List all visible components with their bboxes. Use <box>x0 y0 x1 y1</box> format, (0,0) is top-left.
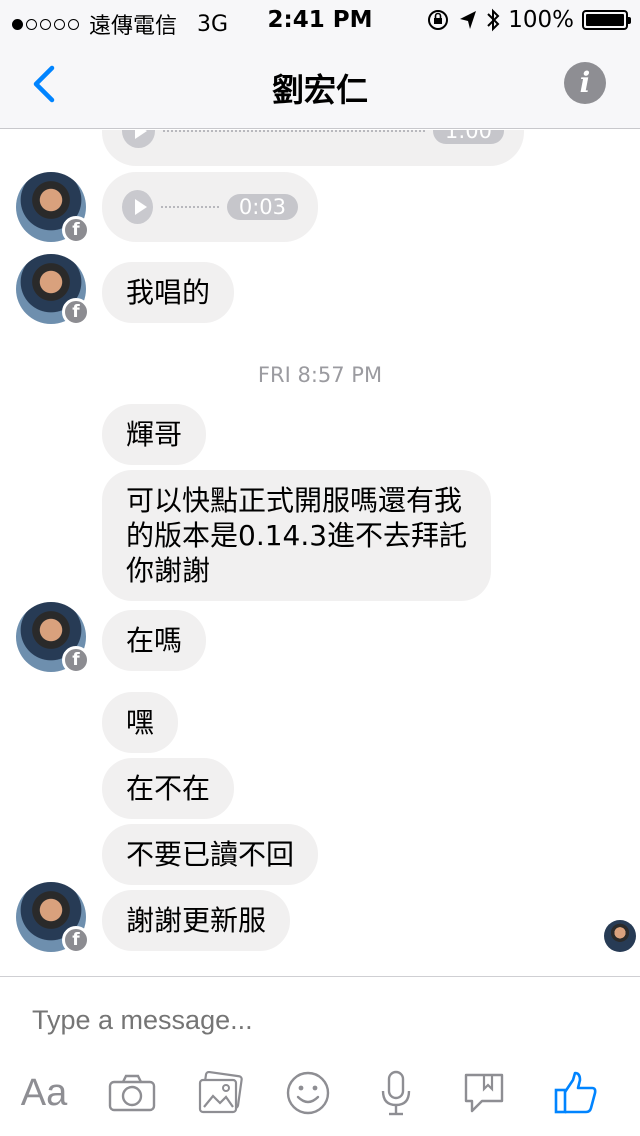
battery-icon <box>582 10 631 30</box>
audio-message[interactable]: 1:00 <box>102 130 524 166</box>
conversation-header: 劉宏仁 i <box>0 40 640 129</box>
message-bubble[interactable]: 可以快點正式開服嗎還有我 的版本是0.14.3進不去拜託 你謝謝 <box>102 470 492 601</box>
message-bubble[interactable]: 在不在 <box>102 758 235 819</box>
gallery-button[interactable] <box>190 1065 250 1121</box>
message-list[interactable]: 1:00 0:03 f 我唱的 f FRI 8:57 PM 輝哥 可以快點正式開… <box>0 130 640 975</box>
sticker-button[interactable] <box>454 1065 514 1121</box>
microphone-icon <box>381 1070 411 1116</box>
message-bubble[interactable]: 在嗎 <box>102 610 207 671</box>
camera-icon <box>108 1074 156 1112</box>
text-format-button[interactable]: Aa <box>14 1065 74 1121</box>
info-icon[interactable]: i <box>564 62 606 104</box>
audio-duration: 0:03 <box>226 194 298 220</box>
facebook-badge-icon: f <box>62 216 90 244</box>
read-receipt-avatar <box>604 920 636 952</box>
message-bubble[interactable]: 不要已讀不回 <box>102 824 319 885</box>
audio-message[interactable]: 0:03 <box>102 172 318 242</box>
aa-label: Aa <box>20 1071 68 1114</box>
orientation-lock-icon <box>428 10 449 30</box>
message-bubble[interactable]: 我唱的 <box>102 262 235 323</box>
sticker-icon <box>464 1073 504 1113</box>
gallery-icon <box>198 1071 243 1114</box>
audio-track <box>162 130 425 132</box>
conversation-title[interactable]: 劉宏仁 <box>0 65 640 111</box>
location-arrow-icon <box>460 11 477 29</box>
camera-button[interactable] <box>102 1065 162 1121</box>
play-icon[interactable] <box>122 130 155 148</box>
thumbs-up-icon <box>554 1071 597 1114</box>
like-button[interactable] <box>546 1065 606 1121</box>
facebook-badge-icon: f <box>62 646 90 674</box>
play-icon[interactable] <box>122 190 153 224</box>
audio-track <box>160 206 219 208</box>
message-timestamp: FRI 8:57 PM <box>257 363 383 387</box>
message-input[interactable] <box>32 1005 612 1036</box>
audio-duration: 1:00 <box>432 130 504 144</box>
facebook-badge-icon: f <box>62 926 90 954</box>
status-bar: 遠傳電信 3G 2:41 PM 100% <box>0 0 640 40</box>
bluetooth-icon <box>487 8 500 32</box>
emoji-button[interactable] <box>278 1065 338 1121</box>
message-bubble[interactable]: 嘿 <box>102 692 179 753</box>
message-bubble[interactable]: 謝謝更新服 <box>102 890 291 951</box>
battery-percent: 100% <box>508 7 574 33</box>
facebook-badge-icon: f <box>62 298 90 326</box>
voice-button[interactable] <box>366 1065 426 1121</box>
composer: Aa <box>0 976 640 1136</box>
message-bubble[interactable]: 輝哥 <box>102 404 207 465</box>
status-right: 100% <box>426 7 631 33</box>
emoji-icon <box>286 1071 330 1115</box>
